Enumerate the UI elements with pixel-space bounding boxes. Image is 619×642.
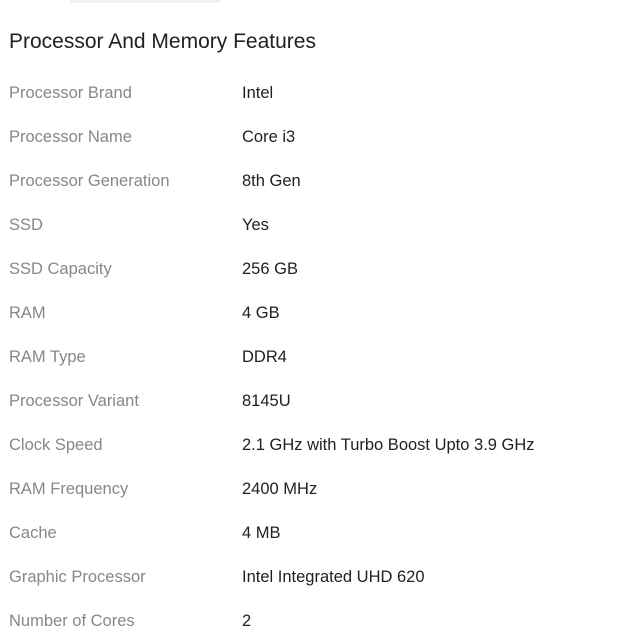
- spec-key: SSD Capacity: [9, 259, 112, 278]
- spec-row: Clock Speed 2.1 GHz with Turbo Boost Upt…: [9, 423, 609, 467]
- spec-value: DDR4: [242, 347, 287, 366]
- spec-key: Processor Variant: [9, 391, 139, 410]
- spec-key: Processor Name: [9, 127, 132, 146]
- spec-row: SSD Capacity 256 GB: [9, 247, 609, 291]
- spec-table: Processor Brand Intel Processor Name Cor…: [9, 71, 609, 642]
- spec-key: Graphic Processor: [9, 567, 146, 586]
- spec-key: Processor Brand: [9, 83, 132, 102]
- section-title: Processor And Memory Features: [9, 30, 316, 53]
- spec-value: Intel Integrated UHD 620: [242, 567, 425, 586]
- spec-value: 2.1 GHz with Turbo Boost Upto 3.9 GHz: [242, 435, 535, 454]
- spec-key: SSD: [9, 215, 43, 234]
- spec-value: 4 GB: [242, 303, 280, 322]
- spec-row: Processor Brand Intel: [9, 71, 609, 115]
- spec-row: Processor Name Core i3: [9, 115, 609, 159]
- spec-row: Number of Cores 2: [9, 599, 609, 642]
- spec-key: Clock Speed: [9, 435, 103, 454]
- spec-value: 2: [242, 611, 252, 630]
- processor-memory-section: Processor And Memory Features Processor …: [9, 24, 609, 642]
- top-divider: [70, 0, 220, 3]
- spec-value: Core i3: [242, 127, 296, 146]
- spec-value: 256 GB: [242, 259, 298, 278]
- spec-row: Cache 4 MB: [9, 511, 609, 555]
- spec-value: 4 MB: [242, 523, 281, 542]
- spec-row: Processor Generation 8th Gen: [9, 159, 609, 203]
- spec-key: RAM: [9, 303, 46, 322]
- spec-key: Cache: [9, 523, 57, 542]
- spec-value: 8th Gen: [242, 171, 301, 190]
- spec-row: Graphic Processor Intel Integrated UHD 6…: [9, 555, 609, 599]
- spec-row: Processor Variant 8145U: [9, 379, 609, 423]
- spec-value: 8145U: [242, 391, 291, 410]
- spec-row: RAM Type DDR4: [9, 335, 609, 379]
- spec-key: Processor Generation: [9, 171, 170, 190]
- spec-row: SSD Yes: [9, 203, 609, 247]
- spec-key: RAM Frequency: [9, 479, 129, 498]
- spec-value: Yes: [242, 215, 269, 234]
- spec-key: RAM Type: [9, 347, 86, 366]
- spec-row: RAM 4 GB: [9, 291, 609, 335]
- spec-value: Intel: [242, 83, 274, 102]
- spec-key: Number of Cores: [9, 611, 135, 630]
- spec-row: RAM Frequency 2400 MHz: [9, 467, 609, 511]
- spec-value: 2400 MHz: [242, 479, 318, 498]
